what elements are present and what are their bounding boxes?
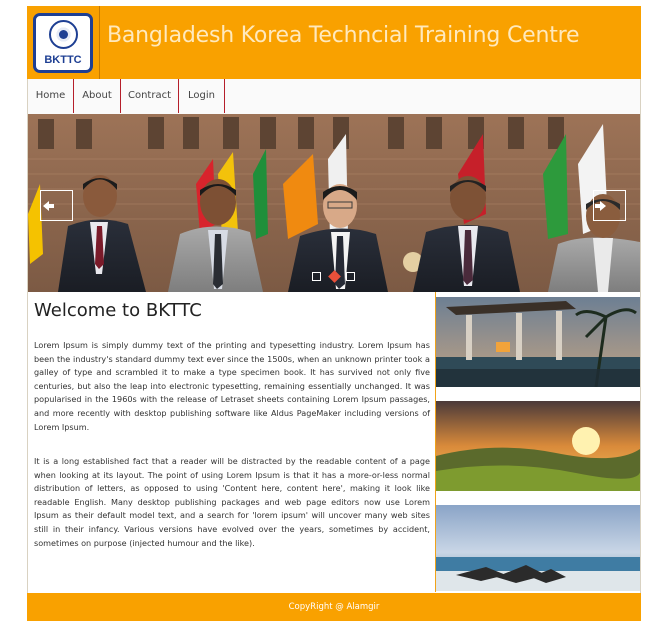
gallery-image-pool bbox=[436, 297, 640, 387]
slide-dot-1[interactable] bbox=[312, 272, 321, 281]
site-header: BKTTC Bangladesh Korea Techncial Trainin… bbox=[27, 6, 641, 79]
main-nav: Home About Contract Login bbox=[28, 79, 640, 115]
slide-dot-3[interactable] bbox=[346, 272, 355, 281]
intro-paragraph-2: It is a long established fact that a rea… bbox=[34, 456, 430, 548]
bkttc-logo[interactable]: BKTTC bbox=[33, 13, 93, 73]
header-divider bbox=[99, 6, 100, 79]
gallery-image-beach bbox=[436, 505, 640, 591]
logo-text: BKTTC bbox=[44, 54, 82, 66]
nav-login[interactable]: Login bbox=[179, 79, 225, 113]
slider-prev-button[interactable] bbox=[40, 190, 73, 221]
main-content: Welcome to BKTTC Lorem Ipsum is simply d… bbox=[28, 292, 436, 592]
site-title: Bangladesh Korea Techncial Training Cent… bbox=[107, 23, 580, 48]
slide-photo bbox=[28, 114, 640, 292]
slider-next-button[interactable] bbox=[593, 190, 626, 221]
emblem-icon bbox=[49, 20, 78, 49]
arrow-right-icon bbox=[595, 201, 606, 211]
nav-contract[interactable]: Contract bbox=[121, 79, 179, 113]
copyright-text: CopyRight @ Alamgir bbox=[288, 602, 380, 612]
image-slider[interactable] bbox=[28, 114, 640, 292]
arrow-left-icon bbox=[43, 201, 54, 211]
site-footer: CopyRight @ Alamgir bbox=[27, 593, 641, 621]
intro-paragraph-1: Lorem Ipsum is simply dummy text of the … bbox=[34, 340, 430, 432]
nav-home[interactable]: Home bbox=[28, 79, 74, 113]
gallery-image-sunset bbox=[436, 401, 640, 491]
page-heading: Welcome to BKTTC bbox=[34, 300, 202, 321]
nav-about[interactable]: About bbox=[74, 79, 121, 113]
